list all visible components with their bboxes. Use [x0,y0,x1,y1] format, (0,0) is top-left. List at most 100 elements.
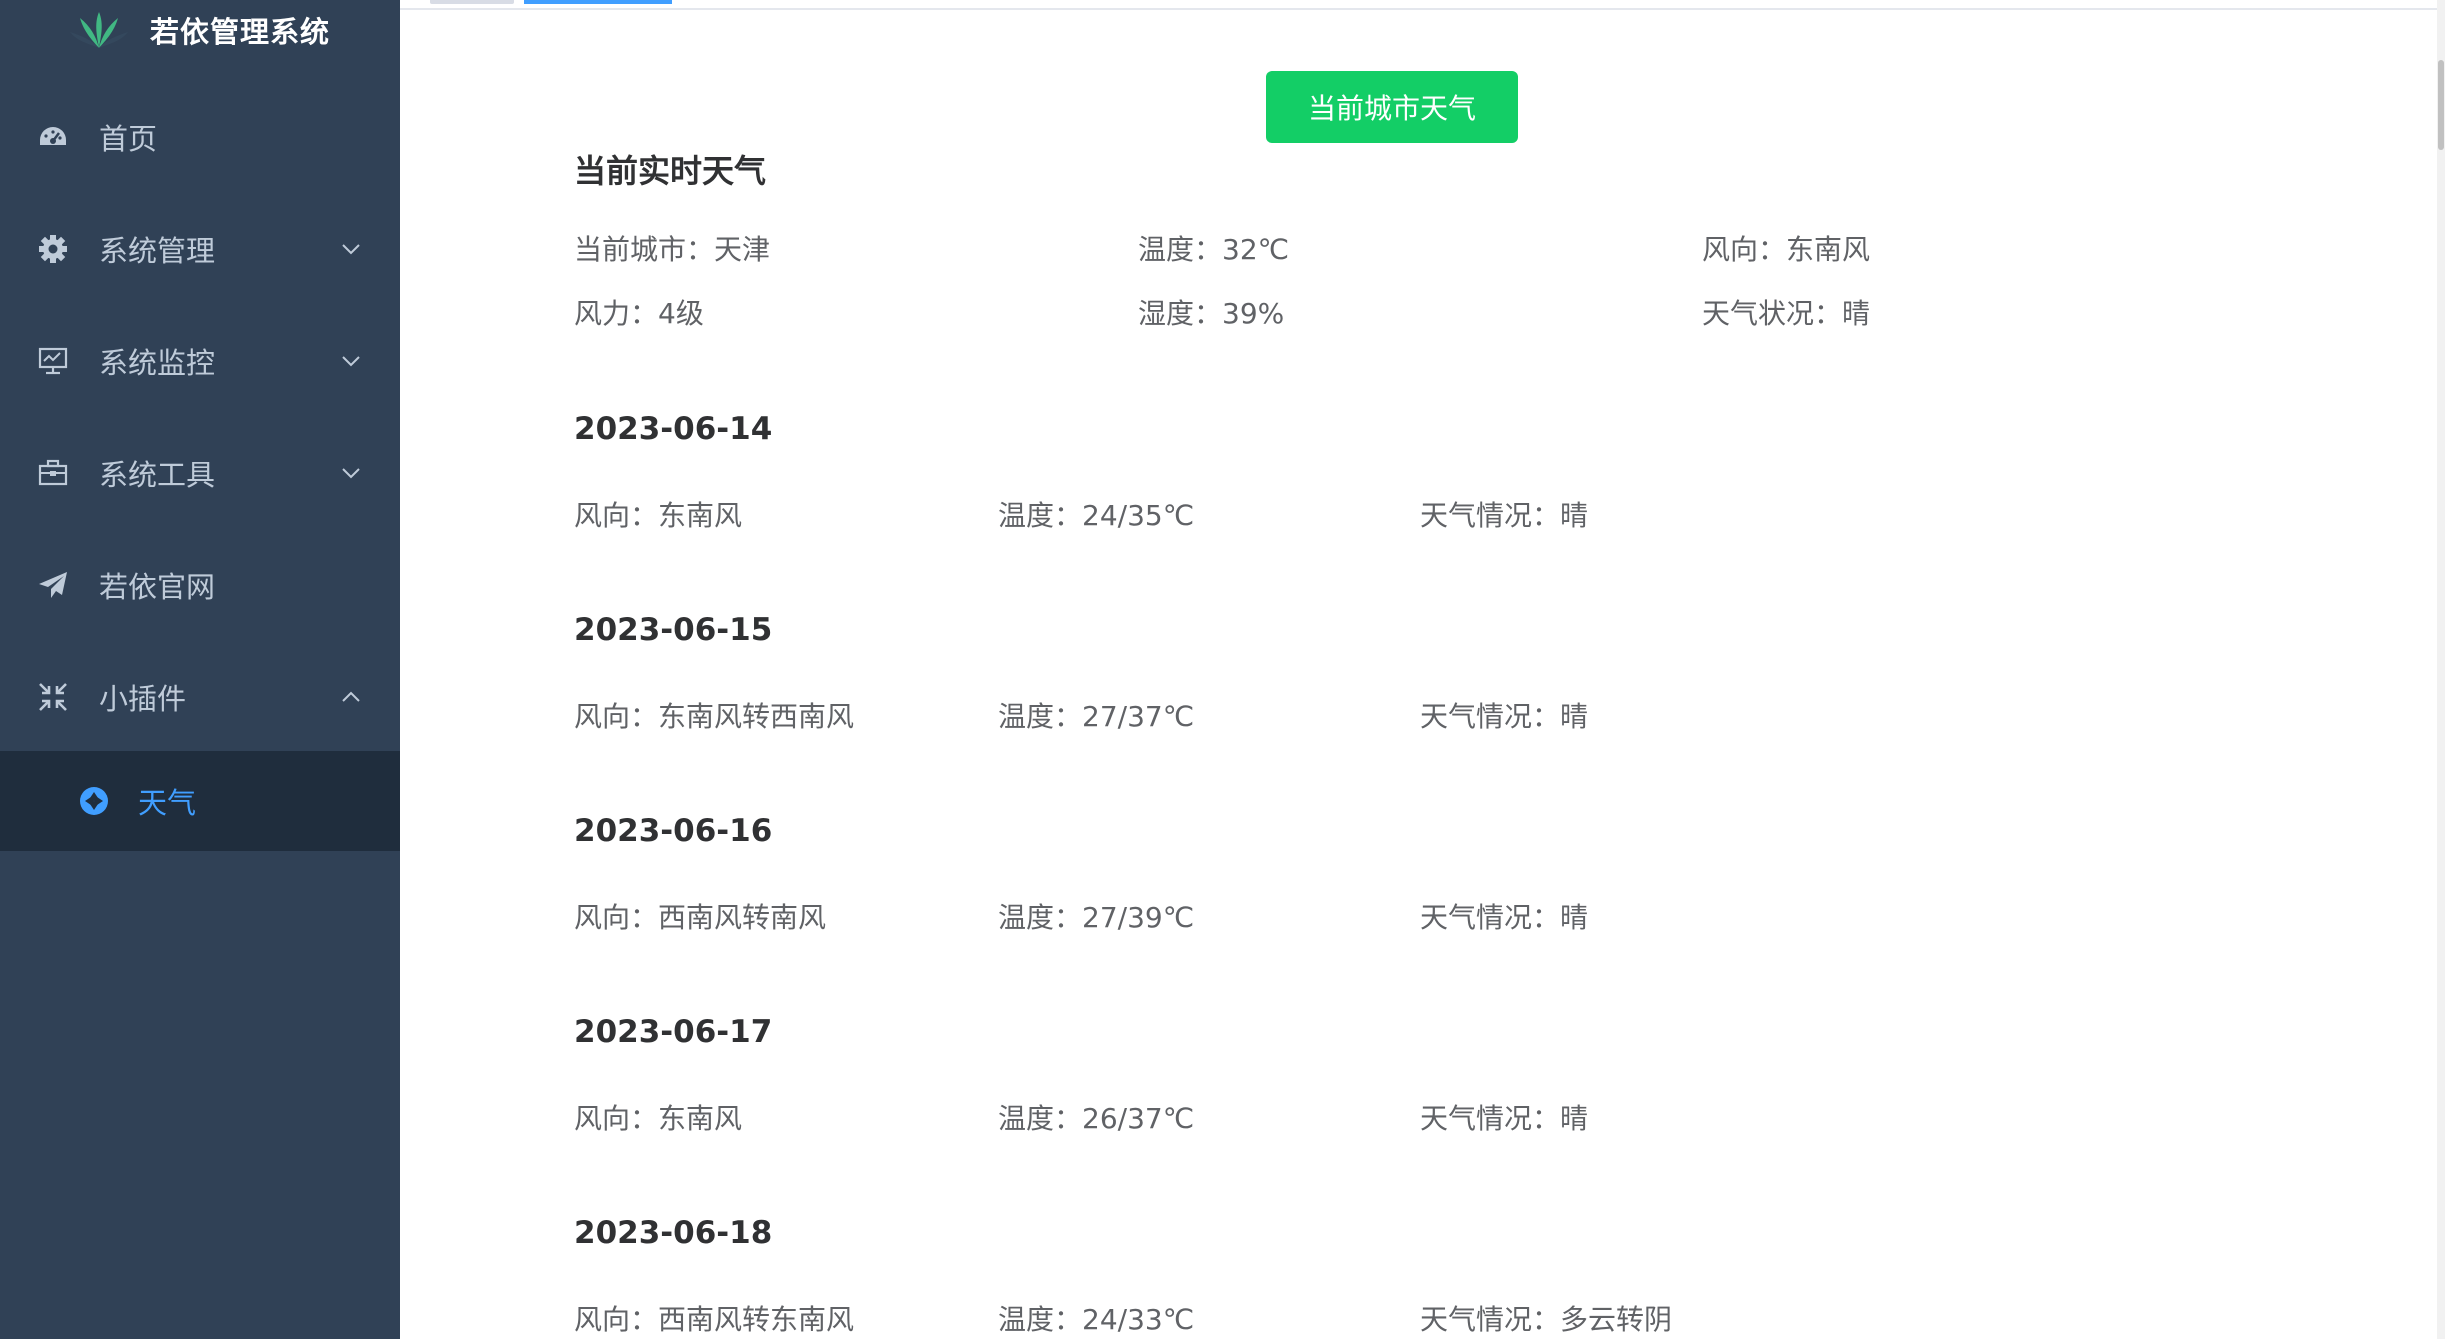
sidebar-item-label: 系统工具 [99,458,216,492]
chevron-down-icon [340,350,362,372]
current-wind-power: 风力4级 [574,292,704,332]
scrollbar-thumb[interactable] [2438,60,2444,150]
forecast-condition: 天气情况晴 [1420,1097,1588,1137]
forecast-wind: 风向东南风 [574,1097,742,1137]
app-window: 若依管理系统 首页 系统管理 系统监控 系统工具 若依官网 小插件 天气 当前城… [0,0,2445,1339]
section-title: 当前实时天气 [574,152,767,190]
logo-icon [69,12,128,48]
label: 当前城市 [574,233,714,266]
label: 温度 [1138,233,1222,266]
value: 26/37℃ [1082,1102,1195,1135]
label: 风向 [1702,233,1786,266]
forecast-wind: 风向东南风 [574,494,742,534]
label: 温度 [998,1102,1082,1135]
forecast-condition: 天气情况晴 [1420,494,1588,534]
forecast-condition: 天气情况晴 [1420,896,1588,936]
sidebar-item-label: 小插件 [99,682,187,716]
value: 东南风 [1786,233,1871,266]
gear-icon [36,232,70,266]
value: 东南风转西南风 [658,700,855,733]
value: 多云转阴 [1560,1303,1673,1336]
label: 温度 [998,1303,1082,1336]
forecast-temperature: 温度27/37℃ [998,695,1194,735]
label: 风向 [574,700,658,733]
label: 风力 [574,297,658,330]
label: 温度 [998,700,1082,733]
value: 4级 [658,297,704,330]
label: 天气情况 [1420,901,1560,934]
sidebar: 若依管理系统 首页 系统管理 系统监控 系统工具 若依官网 小插件 天气 [0,0,400,1339]
main-content: 当前城市天气 当前实时天气 当前城市天津 温度32℃ 风向东南风 风力4级 湿度… [400,10,2437,1339]
brand-title: 若依管理系统 [149,15,330,49]
label: 天气情况 [1420,1102,1560,1135]
value: 24/35℃ [1082,499,1195,532]
sidebar-subitem-weather[interactable]: 天气 [0,751,400,851]
sidebar-item-home[interactable]: 首页 [0,81,400,193]
chevron-up-icon [340,686,362,708]
forecast-date: 2023-06-17 [574,1014,773,1050]
label: 温度 [998,499,1082,532]
forecast-temperature: 温度27/39℃ [998,896,1194,936]
brand[interactable]: 若依管理系统 [0,0,400,60]
value: 晴 [1560,1102,1589,1135]
forecast-temperature: 温度24/33℃ [998,1298,1194,1338]
value: 39% [1222,297,1285,330]
value: 32℃ [1222,233,1290,266]
toolbox-icon [36,456,70,490]
current-condition: 天气状况晴 [1702,292,1870,332]
sidebar-item-label: 系统管理 [99,234,216,268]
label: 风向 [574,1303,658,1336]
forecast-wind: 风向西南风转南风 [574,896,826,936]
value: 晴 [1560,499,1589,532]
sidebar-item-label: 若依官网 [99,570,216,604]
value: 27/37℃ [1082,700,1195,733]
value: 24/33℃ [1082,1303,1195,1336]
forecast-condition: 天气情况晴 [1420,695,1588,735]
forecast-date: 2023-06-15 [574,612,773,648]
page-scrollbar[interactable] [2437,0,2445,1339]
value: 晴 [1560,901,1589,934]
tag-tab-active[interactable] [524,0,672,4]
sidebar-subitem-label: 天气 [138,786,197,820]
forecast-condition: 天气情况多云转阴 [1420,1298,1672,1338]
label: 风向 [574,499,658,532]
sidebar-item-system-monitor[interactable]: 系统监控 [0,305,400,417]
forecast-wind: 风向西南风转东南风 [574,1298,854,1338]
current-city-weather-button[interactable]: 当前城市天气 [1266,71,1518,143]
label: 温度 [998,901,1082,934]
tags-view-bar [400,0,2445,10]
sidebar-item-ruoyi-website[interactable]: 若依官网 [0,529,400,641]
current-city: 当前城市天津 [574,228,770,268]
forecast-date: 2023-06-18 [574,1215,773,1251]
forecast-date: 2023-06-16 [574,813,773,849]
label: 天气情况 [1420,499,1560,532]
forecast-wind: 风向东南风转西南风 [574,695,854,735]
current-wind-direction: 风向东南风 [1702,228,1870,268]
label: 天气情况 [1420,700,1560,733]
sidebar-item-system-tools[interactable]: 系统工具 [0,417,400,529]
value: 东南风 [658,499,743,532]
forecast-date: 2023-06-14 [574,411,773,447]
sidebar-item-plugins[interactable]: 小插件 [0,641,400,753]
current-humidity: 湿度39% [1138,292,1284,332]
chevron-down-icon [340,462,362,484]
compress-icon [36,680,70,714]
value: 27/39℃ [1082,901,1195,934]
current-temperature: 温度32℃ [1138,228,1289,268]
value: 晴 [1842,297,1871,330]
label: 天气情况 [1420,1303,1560,1336]
value: 晴 [1560,700,1589,733]
value: 西南风转南风 [658,901,827,934]
value: 东南风 [658,1102,743,1135]
value: 西南风转东南风 [658,1303,855,1336]
label: 湿度 [1138,297,1222,330]
label: 风向 [574,901,658,934]
monitor-icon [36,344,70,378]
chevron-down-icon [340,238,362,260]
weather-icon [78,785,110,817]
forecast-temperature: 温度24/35℃ [998,494,1194,534]
tag-tab[interactable] [430,0,514,4]
dashboard-icon [36,120,70,154]
sidebar-item-system-management[interactable]: 系统管理 [0,193,400,305]
sidebar-item-label: 系统监控 [99,346,216,380]
